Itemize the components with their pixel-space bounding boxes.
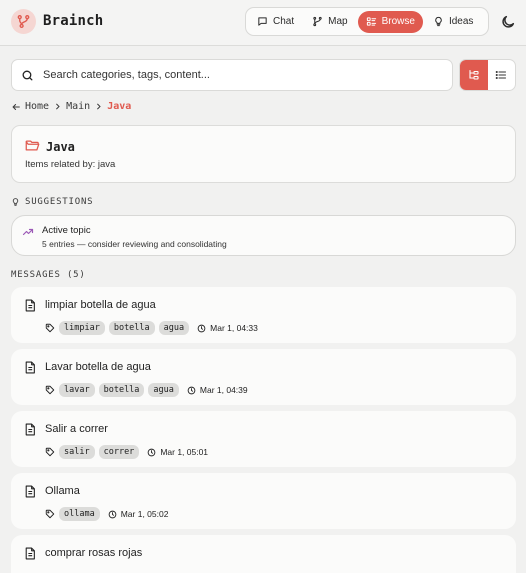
tag-chip[interactable]: lavar [59,383,95,397]
browse-icon [366,17,376,26]
message-card[interactable]: Salir a correr salir correr Mar 1, 05:01 [11,411,516,467]
message-title: comprar rosas rojas [45,547,143,559]
message-timestamp: Mar 1, 04:33 [197,323,258,333]
nav-map-label: Map [328,16,348,27]
suggestions-heading: SUGGESTIONS [11,197,93,207]
breadcrumb-main[interactable]: Main [66,101,90,112]
message-card[interactable]: limpiar botella de agua limpiar botella agu… [11,287,516,343]
lightbulb-icon [12,198,19,206]
list-view-icon [495,70,507,80]
branch-icon [313,16,322,27]
main-nav: Chat Map Browse Ideas [245,7,489,36]
tag-chip[interactable]: botella [98,383,145,397]
lightbulb-icon [435,16,442,27]
tag-icon [45,447,55,457]
nav-chat-label: Chat [273,16,295,27]
document-icon [25,485,35,498]
category-title: Java [46,140,75,154]
message-timestamp: Mar 1, 05:01 [147,447,208,457]
search-bar [11,59,453,91]
app-title: Brainch [43,13,104,29]
document-icon [25,547,35,560]
nav-browse[interactable]: Browse [357,10,423,33]
message-card[interactable]: Lavar botella de agua lavar botella agua Mar… [11,349,516,405]
tree-view-icon [469,69,479,80]
message-timestamp: Mar 1, 04:39 [187,385,248,395]
search-icon [22,70,33,80]
messages-heading: MESSAGES (5) [11,270,86,280]
nav-ideas[interactable]: Ideas [425,11,481,33]
document-icon [25,423,35,436]
messages-label: MESSAGES (5) [11,270,86,280]
timestamp-text: Mar 1, 04:33 [210,323,258,333]
message-title: Salir a correr [45,423,108,435]
document-icon [25,361,35,374]
timestamp-text: Mar 1, 04:39 [199,385,248,395]
trending-up-icon [22,228,34,236]
view-toggle [459,59,516,91]
message-meta: lavar botella agua Mar 1, 04:39 [45,383,248,397]
tree-view-button[interactable] [460,60,488,90]
tag-icon [45,323,55,333]
list-view-button[interactable] [488,60,516,90]
document-icon [25,299,35,312]
suggestion-description: 5 entries — consider reviewing and conso… [42,239,227,249]
timestamp-text: Mar 1, 05:02 [120,509,169,519]
category-card: Java Items related by: java [11,125,516,183]
message-title: Lavar botella de agua [45,361,151,373]
nav-browse-label: Browse [381,16,415,27]
message-meta: ollama Mar 1, 05:02 [45,507,168,521]
message-title: Ollama [45,485,80,497]
search-input[interactable] [43,69,423,81]
chevron-right-icon [56,103,60,110]
app-header: Brainch Chat Map Browse Ideas [0,0,526,46]
chevron-right-icon [97,103,101,110]
clock-icon [187,386,196,394]
chat-icon [258,17,267,26]
message-meta: limpiar botella agua Mar 1, 04:33 [45,321,258,335]
tag-chip[interactable]: limpiar [59,321,105,335]
suggestion-card[interactable]: Active topic 5 entries — consider review… [11,215,516,256]
breadcrumb-current: Java [107,101,132,112]
nav-chat[interactable]: Chat [249,11,302,33]
brainch-logo-icon[interactable] [11,9,36,34]
nav-map[interactable]: Map [304,11,355,33]
message-title: limpiar botella de agua [45,299,156,311]
message-card[interactable]: comprar rosas rojas [11,535,516,573]
nav-ideas-label: Ideas [448,16,474,27]
clock-icon [197,324,206,332]
tag-chip[interactable]: botella [108,321,155,335]
tag-chip[interactable]: ollama [59,507,100,521]
breadcrumb-home[interactable]: Home [25,101,49,112]
message-card[interactable]: Ollama ollama Mar 1, 05:02 [11,473,516,529]
tag-chip[interactable]: agua [158,321,190,335]
suggestion-title: Active topic [42,225,91,236]
moon-icon[interactable] [500,14,516,30]
clock-icon [147,448,156,456]
breadcrumb: Home Main Java [11,101,131,112]
folder-open-icon [25,140,40,151]
tag-chip[interactable]: agua [148,383,179,397]
timestamp-text: Mar 1, 05:01 [160,447,209,457]
message-meta: salir correr Mar 1, 05:01 [45,445,208,459]
suggestions-label: SUGGESTIONS [25,197,94,207]
tag-chip[interactable]: salir [59,445,95,459]
arrow-left-icon[interactable] [11,102,21,112]
category-description: Items related by: java [25,159,116,170]
message-timestamp: Mar 1, 05:02 [108,509,169,519]
tag-icon [45,385,55,395]
tag-chip[interactable]: correr [98,445,140,459]
tag-icon [45,509,55,519]
clock-icon [108,510,117,518]
